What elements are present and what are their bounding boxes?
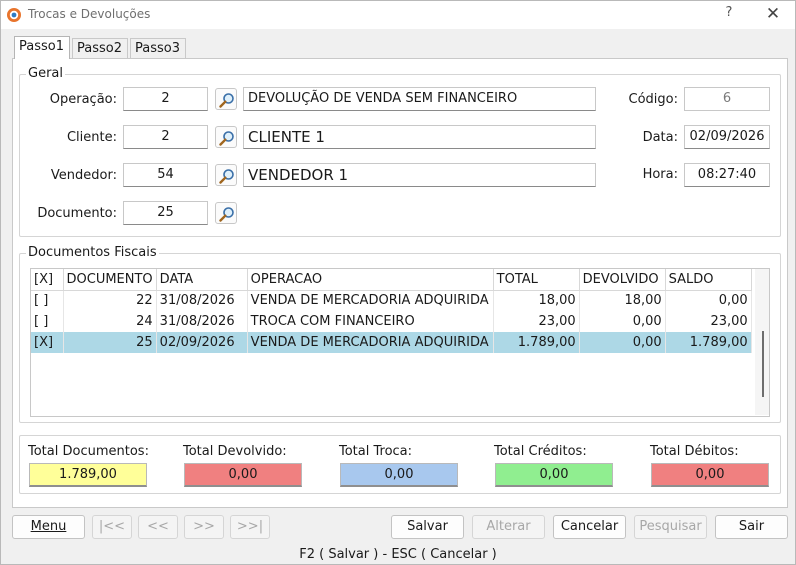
- codigo-field: 6: [684, 87, 770, 111]
- total-creditos-label: Total Créditos:: [494, 444, 587, 459]
- table-row[interactable]: [ ] 24 31/08/2026 TROCA COM FINANCEIRO 2…: [31, 311, 752, 332]
- hora-label: Hora:: [642, 167, 678, 182]
- cliente-label: Cliente:: [66, 130, 117, 145]
- window-title: Trocas e Devoluções: [28, 7, 151, 21]
- last-record-button[interactable]: >>|: [230, 515, 270, 539]
- total-creditos-value: 0,00: [495, 463, 613, 487]
- title-bar: Trocas e Devoluções ? ✕: [1, 1, 795, 29]
- cliente-lookup-button[interactable]: [215, 126, 237, 148]
- documento-field[interactable]: 25: [123, 201, 208, 225]
- grid-header-row: [X] DOCUMENTO DATA OPERACAO TOTAL DEVOLV…: [31, 269, 752, 291]
- magnifier-icon: [219, 207, 234, 222]
- tab-passo2[interactable]: Passo2: [72, 38, 128, 58]
- row-data: 31/08/2026: [156, 290, 248, 311]
- tab-passo1[interactable]: Passo1: [14, 36, 70, 59]
- hora-field[interactable]: 08:27:40: [684, 163, 770, 187]
- col-header-saldo[interactable]: SALDO: [665, 269, 752, 291]
- row-data: 31/08/2026: [156, 311, 248, 332]
- total-troca-value: 0,00: [340, 463, 458, 487]
- row-operacao: TROCA COM FINANCEIRO: [247, 311, 494, 332]
- row-operacao: VENDA DE MERCADORIA ADQUIRIDA: [247, 290, 494, 311]
- total-documentos-label: Total Documentos:: [28, 444, 149, 459]
- total-debitos-label: Total Débitos:: [650, 444, 739, 459]
- cliente-code-field[interactable]: 2: [123, 125, 208, 149]
- row-saldo: 0,00: [665, 290, 752, 311]
- row-documento: 25: [63, 332, 157, 353]
- row-check[interactable]: [X]: [31, 332, 64, 353]
- row-documento: 24: [63, 311, 157, 332]
- pesquisar-button[interactable]: Pesquisar: [634, 515, 707, 539]
- row-saldo: 1.789,00: [665, 332, 752, 353]
- close-button[interactable]: ✕: [763, 4, 783, 24]
- vendedor-lookup-button[interactable]: [215, 164, 237, 186]
- previous-record-button[interactable]: <<: [138, 515, 178, 539]
- row-check[interactable]: [ ]: [31, 290, 64, 311]
- col-header-total[interactable]: TOTAL: [493, 269, 580, 291]
- next-record-button[interactable]: >>: [184, 515, 224, 539]
- total-documentos-value: 1.789,00: [29, 463, 147, 487]
- row-data: 02/09/2026: [156, 332, 248, 353]
- total-devolvido-value: 0,00: [184, 463, 302, 487]
- salvar-button[interactable]: Salvar: [391, 515, 464, 539]
- col-header-operacao[interactable]: OPERACAO: [247, 269, 494, 291]
- row-devolvido: 0,00: [579, 311, 666, 332]
- operacao-lookup-button[interactable]: [215, 88, 237, 110]
- operacao-description-field[interactable]: DEVOLUÇÃO DE VENDA SEM FINANCEIRO: [243, 87, 596, 111]
- row-total: 23,00: [493, 311, 580, 332]
- magnifier-icon: [219, 169, 234, 184]
- magnifier-icon: [219, 131, 234, 146]
- row-saldo: 23,00: [665, 311, 752, 332]
- vendedor-code-field[interactable]: 54: [123, 163, 208, 187]
- status-bar: F2 ( Salvar ) - ESC ( Cancelar ): [299, 547, 497, 562]
- tab-page-passo1: Geral Operação: 2 DEVOLUÇÃO DE VENDA SEM…: [12, 58, 788, 508]
- operacao-code-field[interactable]: 2: [123, 87, 208, 111]
- documentos-grid[interactable]: [X] DOCUMENTO DATA OPERACAO TOTAL DEVOLV…: [30, 268, 770, 417]
- table-row[interactable]: [ ] 22 31/08/2026 VENDA DE MERCADORIA AD…: [31, 290, 752, 311]
- first-record-button[interactable]: |<<: [92, 515, 132, 539]
- total-debitos-value: 0,00: [651, 463, 769, 487]
- data-label: Data:: [642, 130, 678, 145]
- row-total: 1.789,00: [493, 332, 580, 353]
- operacao-label: Operação:: [49, 92, 117, 107]
- main-window: Trocas e Devoluções ? ✕ Geral Operação: …: [0, 0, 796, 565]
- total-troca-label: Total Troca:: [339, 444, 413, 459]
- vendedor-name-field[interactable]: VENDEDOR 1: [243, 163, 596, 187]
- alterar-button[interactable]: Alterar: [472, 515, 545, 539]
- vendedor-label: Vendedor:: [50, 168, 117, 183]
- documentos-table: [X] DOCUMENTO DATA OPERACAO TOTAL DEVOLV…: [31, 269, 752, 353]
- row-operacao: VENDA DE MERCADORIA ADQUIRIDA: [247, 332, 494, 353]
- documento-label: Documento:: [37, 206, 117, 221]
- scrollbar-thumb[interactable]: [762, 331, 764, 397]
- app-logo-icon: [6, 7, 22, 23]
- data-field[interactable]: 02/09/2026: [684, 125, 770, 149]
- row-check[interactable]: [ ]: [31, 311, 64, 332]
- codigo-label: Código:: [628, 92, 678, 107]
- documentos-fiscais-title: Documentos Fiscais: [26, 245, 159, 260]
- total-devolvido-label: Total Devolvido:: [183, 444, 287, 459]
- menu-button[interactable]: Menu: [12, 515, 85, 539]
- row-total: 18,00: [493, 290, 580, 311]
- help-button[interactable]: ?: [721, 5, 737, 20]
- cliente-name-field[interactable]: CLIENTE 1: [243, 125, 596, 149]
- col-header-devolvido[interactable]: DEVOLVIDO: [579, 269, 666, 291]
- grid-vertical-scrollbar[interactable]: [755, 269, 769, 415]
- row-devolvido: 0,00: [579, 332, 666, 353]
- col-header-documento[interactable]: DOCUMENTO: [63, 269, 157, 291]
- sair-button[interactable]: Sair: [715, 515, 788, 539]
- menu-button-label: Menu: [30, 519, 67, 534]
- row-devolvido: 18,00: [579, 290, 666, 311]
- row-documento: 22: [63, 290, 157, 311]
- cancelar-button[interactable]: Cancelar: [553, 515, 626, 539]
- table-row-selected[interactable]: [X] 25 02/09/2026 VENDA DE MERCADORIA AD…: [31, 332, 752, 353]
- col-header-data[interactable]: DATA: [156, 269, 248, 291]
- documento-lookup-button[interactable]: [215, 202, 237, 224]
- magnifier-icon: [219, 93, 234, 108]
- tab-passo3[interactable]: Passo3: [130, 38, 186, 58]
- geral-group-title: Geral: [26, 66, 65, 81]
- col-header-check[interactable]: [X]: [31, 269, 64, 291]
